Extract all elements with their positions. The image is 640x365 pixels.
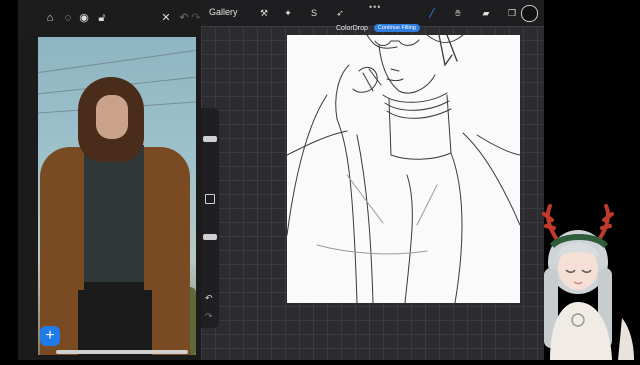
brush-sidebar: ↶ ↷ bbox=[201, 108, 219, 328]
continue-filling-button[interactable]: Continue Filling bbox=[373, 24, 420, 32]
eraser-icon[interactable]: ▰ bbox=[479, 6, 493, 20]
power-line bbox=[38, 50, 196, 73]
color-picker[interactable] bbox=[521, 5, 538, 22]
add-button[interactable]: + bbox=[40, 326, 60, 346]
brush-size-slider[interactable] bbox=[203, 136, 217, 142]
photos-pane: ⌂ ◌ ◉ 🔓︎ ✕ ↶ ↷ + bbox=[18, 0, 201, 360]
face bbox=[96, 95, 128, 139]
pants bbox=[78, 290, 152, 355]
lock-icon[interactable]: 🔓︎ bbox=[94, 10, 110, 26]
avatar-graphic bbox=[542, 204, 634, 360]
eyedropper-button[interactable] bbox=[205, 194, 215, 204]
smudge-icon[interactable]: ✋︎ bbox=[451, 6, 465, 20]
brush-icon[interactable]: ╱ bbox=[425, 6, 439, 20]
procreate-pane: Gallery ⚒ ✦ S ➶ ••• ╱ ✋︎ ▰ ❒ ColorDrop C… bbox=[201, 0, 544, 360]
dotted-circle-icon[interactable]: ◌ bbox=[60, 10, 76, 26]
eye-icon[interactable]: ◉ bbox=[76, 10, 92, 26]
more-dots[interactable]: ••• bbox=[369, 2, 381, 12]
home-icon[interactable]: ⌂ bbox=[42, 10, 58, 26]
redo-icon[interactable]: ↷ bbox=[205, 311, 213, 322]
photos-toolbar: ⌂ ◌ ◉ 🔓︎ ✕ ↶ ↷ bbox=[18, 0, 201, 36]
drawing-canvas[interactable] bbox=[287, 35, 520, 303]
vtuber-avatar bbox=[538, 198, 640, 360]
magic-wand-icon[interactable]: ✦ bbox=[281, 6, 295, 20]
layers-icon[interactable]: ❒ bbox=[505, 6, 519, 20]
gallery-button[interactable]: Gallery bbox=[209, 7, 238, 17]
belt bbox=[84, 282, 144, 290]
toast-label: ColorDrop bbox=[336, 24, 368, 32]
close-icon[interactable]: ✕ bbox=[158, 10, 174, 26]
ipad-screen: ⌂ ◌ ◉ 🔓︎ ✕ ↶ ↷ + Gallery ⚒ ✦ S ➶ ••• ╱ ✋… bbox=[18, 0, 544, 360]
undo-icon[interactable]: ↶ bbox=[205, 293, 213, 304]
opacity-slider[interactable] bbox=[203, 234, 217, 240]
transform-icon[interactable]: ➶ bbox=[333, 6, 347, 20]
wrench-icon[interactable]: ⚒ bbox=[257, 6, 271, 20]
home-indicator bbox=[56, 350, 188, 354]
selection-icon[interactable]: S bbox=[307, 6, 321, 20]
reference-photo bbox=[38, 37, 196, 355]
sketch-lines bbox=[287, 35, 520, 303]
colordrop-toast: ColorDrop Continue Filling bbox=[336, 24, 420, 32]
procreate-toolbar: Gallery ⚒ ✦ S ➶ ••• ╱ ✋︎ ▰ ❒ bbox=[201, 0, 544, 26]
